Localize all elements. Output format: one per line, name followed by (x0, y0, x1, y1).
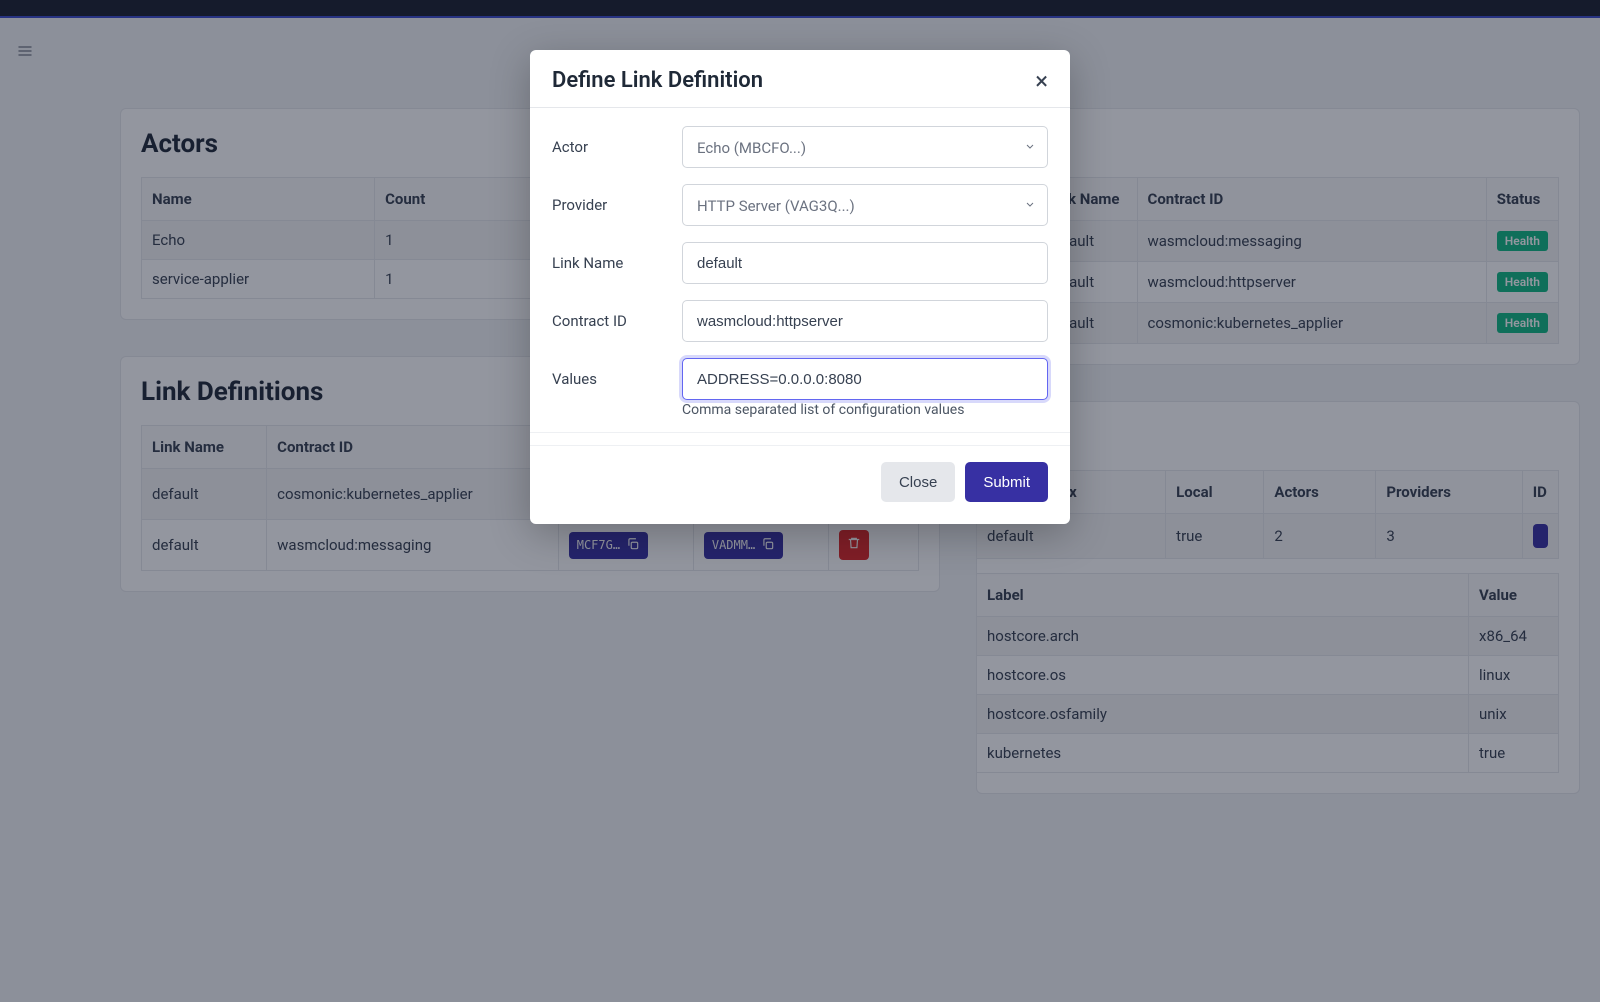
values-label: Values (552, 370, 682, 388)
define-link-modal: Define Link Definition × Actor Echo (MBC… (530, 50, 1070, 524)
actor-label: Actor (552, 138, 682, 156)
actor-select[interactable]: Echo (MBCFO...) (682, 126, 1048, 168)
modal-title: Define Link Definition (552, 68, 763, 93)
values-helper: Comma separated list of configuration va… (682, 402, 1048, 418)
close-icon[interactable]: × (1035, 69, 1048, 93)
provider-label: Provider (552, 196, 682, 214)
contract-label: Contract ID (552, 312, 682, 330)
values-input[interactable] (682, 358, 1048, 400)
link-name-input[interactable] (682, 242, 1048, 284)
provider-select[interactable]: HTTP Server (VAG3Q...) (682, 184, 1048, 226)
submit-button[interactable]: Submit (965, 462, 1048, 502)
link-name-label: Link Name (552, 254, 682, 272)
modal-overlay[interactable]: Define Link Definition × Actor Echo (MBC… (0, 0, 1600, 1002)
close-button[interactable]: Close (881, 462, 955, 502)
contract-id-input[interactable] (682, 300, 1048, 342)
